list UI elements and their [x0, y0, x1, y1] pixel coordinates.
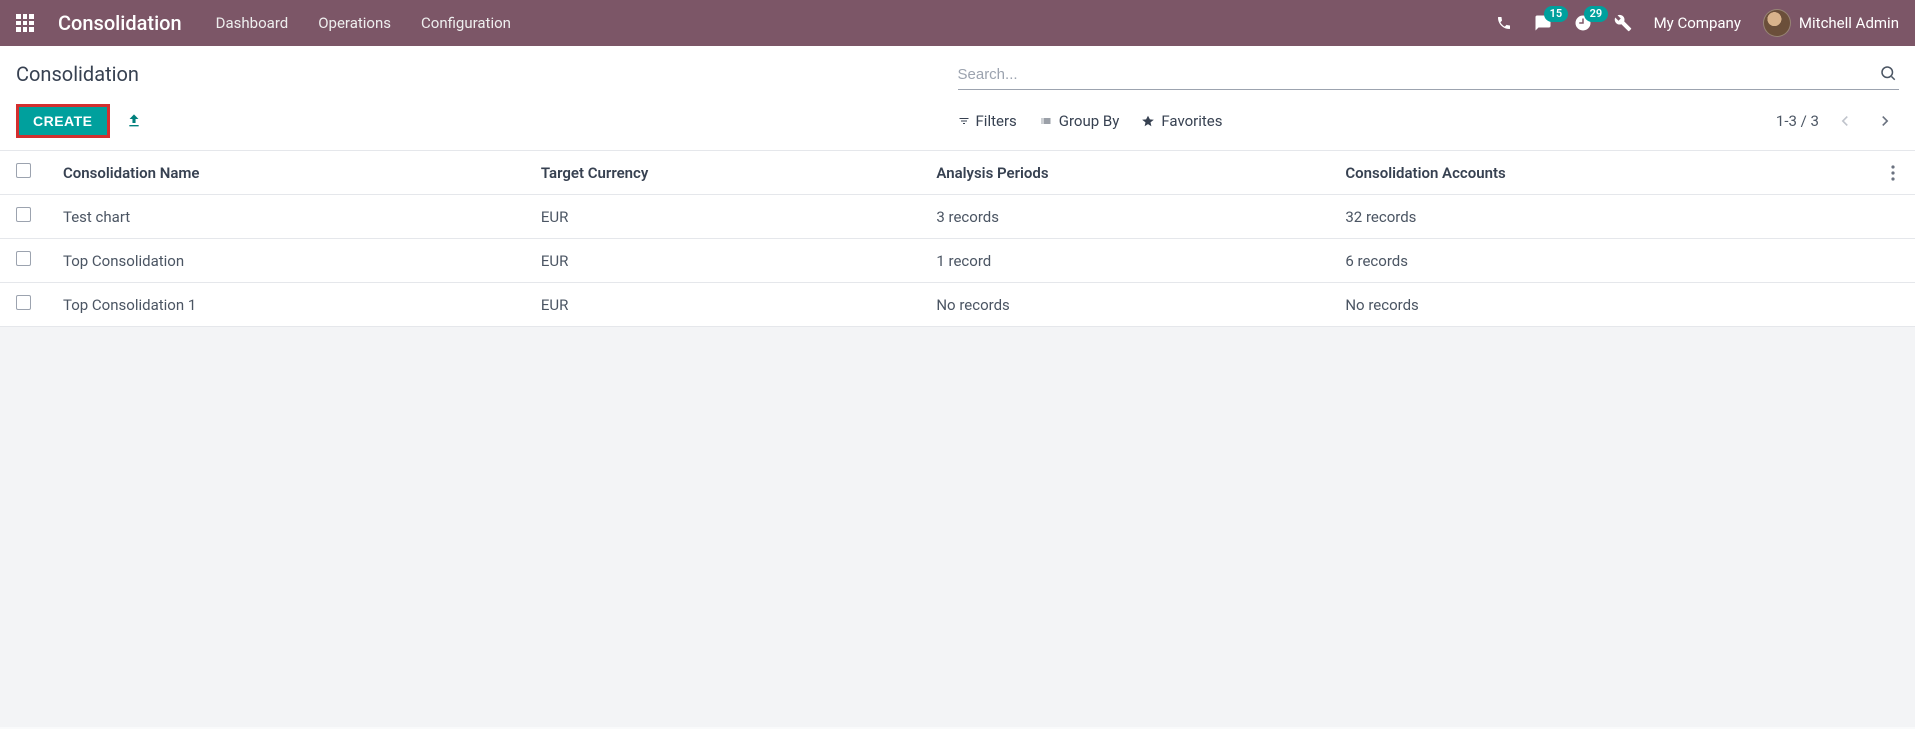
funnel-icon	[958, 115, 970, 127]
page-background	[0, 327, 1915, 727]
star-icon	[1141, 114, 1155, 128]
cell-periods: 3 records	[920, 195, 1329, 239]
favorites-dropdown[interactable]: Favorites	[1141, 112, 1222, 130]
col-header-name[interactable]: Consolidation Name	[47, 151, 525, 195]
cell-currency: EUR	[525, 283, 920, 327]
phone-icon[interactable]	[1496, 15, 1512, 31]
nav-operations[interactable]: Operations	[318, 14, 391, 32]
nav-configuration[interactable]: Configuration	[421, 14, 511, 32]
cell-periods: No records	[920, 283, 1329, 327]
cell-currency: EUR	[525, 195, 920, 239]
cell-name: Top Consolidation 1	[47, 283, 525, 327]
groupby-dropdown[interactable]: Group By	[1039, 112, 1120, 130]
table-header-row: Consolidation Name Target Currency Analy…	[0, 151, 1915, 195]
cell-name: Top Consolidation	[47, 239, 525, 283]
columns-menu-icon[interactable]	[1891, 165, 1899, 181]
filters-dropdown[interactable]: Filters	[958, 112, 1017, 130]
navbar: Consolidation Dashboard Operations Confi…	[0, 0, 1915, 46]
table-row[interactable]: Test chart EUR 3 records 32 records	[0, 195, 1915, 239]
table-row[interactable]: Top Consolidation 1 EUR No records No re…	[0, 283, 1915, 327]
select-all-checkbox[interactable]	[16, 163, 31, 178]
apps-icon[interactable]	[16, 14, 34, 32]
favorites-label: Favorites	[1161, 112, 1222, 130]
list-view: Consolidation Name Target Currency Analy…	[0, 151, 1915, 327]
create-button[interactable]: CREATE	[16, 104, 110, 138]
table-row[interactable]: Top Consolidation EUR 1 record 6 records	[0, 239, 1915, 283]
messages-badge: 15	[1544, 6, 1569, 22]
search-input[interactable]	[958, 60, 1900, 90]
col-header-currency[interactable]: Target Currency	[525, 151, 920, 195]
company-selector[interactable]: My Company	[1654, 14, 1741, 32]
pager-next[interactable]	[1871, 107, 1899, 135]
filters-label: Filters	[976, 112, 1017, 130]
activities-icon[interactable]: 29	[1574, 14, 1592, 32]
messages-icon[interactable]: 15	[1534, 14, 1552, 32]
search-icon[interactable]	[1879, 64, 1897, 82]
breadcrumb: Consolidation	[16, 58, 958, 86]
groupby-label: Group By	[1059, 112, 1120, 130]
row-checkbox[interactable]	[16, 251, 31, 266]
cell-periods: 1 record	[920, 239, 1329, 283]
row-checkbox[interactable]	[16, 295, 31, 310]
row-checkbox[interactable]	[16, 207, 31, 222]
col-header-accounts[interactable]: Consolidation Accounts	[1329, 151, 1875, 195]
cell-currency: EUR	[525, 239, 920, 283]
cell-accounts: No records	[1329, 283, 1875, 327]
list-icon	[1039, 115, 1053, 127]
col-header-periods[interactable]: Analysis Periods	[920, 151, 1329, 195]
cell-accounts: 6 records	[1329, 239, 1875, 283]
cell-name: Test chart	[47, 195, 525, 239]
user-name: Mitchell Admin	[1799, 14, 1899, 32]
user-menu[interactable]: Mitchell Admin	[1763, 9, 1899, 37]
cell-accounts: 32 records	[1329, 195, 1875, 239]
pager-prev[interactable]	[1831, 107, 1859, 135]
avatar	[1763, 9, 1791, 37]
export-icon[interactable]	[122, 109, 146, 133]
control-panel: Consolidation CREATE Filters	[0, 46, 1915, 151]
activities-badge: 29	[1584, 6, 1609, 22]
nav-dashboard[interactable]: Dashboard	[216, 14, 289, 32]
debug-icon[interactable]	[1614, 14, 1632, 32]
pager-text: 1-3 / 3	[1776, 112, 1819, 130]
app-brand[interactable]: Consolidation	[58, 11, 182, 35]
